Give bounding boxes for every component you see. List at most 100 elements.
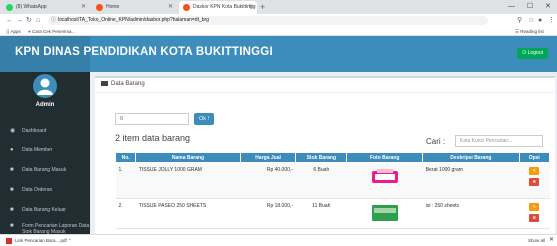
logout-label: Logout (527, 50, 543, 56)
page-icon (96, 4, 103, 11)
app-title: KPN DINAS PENDIDIKAN KOTA BUKITTINGGI (15, 46, 273, 58)
col-deskripsi[interactable]: Deskripsi Barang (422, 152, 520, 163)
minimize-icon[interactable]: — (508, 0, 515, 14)
search-label: Cari : (426, 137, 446, 146)
col-opsi[interactable]: Opsi (518, 152, 551, 163)
col-stok[interactable]: Stok Barang (295, 152, 348, 163)
cell-deskripsi: isi : 250 sheets (422, 198, 520, 229)
reading-list[interactable]: ☰ Reading list (515, 27, 544, 36)
whatsapp-icon (6, 4, 13, 11)
download-bar: Link Pencarian Bara....pdf ⌃ Show all ✕ (0, 234, 557, 246)
cell-opsi: ✎ ✖ (519, 162, 550, 199)
home-icon[interactable]: ⌂ (36, 15, 40, 26)
col-foto[interactable]: Foto Barang (346, 152, 424, 163)
cell-nama: TISSUE PASEO 250 SHEETS (135, 198, 241, 229)
reading-list-label: Reading list (520, 29, 544, 34)
cell-foto (346, 162, 423, 199)
box-title: Data Barang (101, 81, 145, 87)
sidebar-item-barang-masuk[interactable]: ■ Data Barang Masuk (0, 167, 90, 179)
box-icon: ■ (10, 167, 14, 173)
edit-button[interactable]: ✎ (529, 203, 540, 211)
address-bar-row: ← → ↻ ⌂ ⓘ localhost/TA_Toko_Online_KPN/a… (0, 14, 557, 27)
product-photo (371, 169, 398, 183)
item-count: 2 item data barang (115, 133, 191, 143)
browser-tab-dasbor[interactable]: Daskor KPN Kota Bukittingg ✕ (179, 1, 257, 14)
sidebar-item-label: Dashboard (22, 128, 47, 134)
col-nama[interactable]: Nama Barang (135, 152, 241, 163)
browser-tab-strip: (8) WhatsApp ✕ Home ✕ Daskor KPN Kota Bu… (0, 0, 557, 14)
cell-harga: Rp 18.000,- (240, 198, 296, 229)
chevron-up-icon[interactable]: ⌃ (68, 238, 72, 243)
menu-icon[interactable]: ⋮ (548, 15, 555, 26)
app-header: KPN DINAS PENDIDIKAN KOTA BUKITTINGGI ⏻ … (0, 36, 557, 72)
close-icon[interactable]: ✕ (248, 1, 253, 14)
sidebar: Admin ◉ Dashboard ● Data Member ■ Data B… (0, 72, 90, 235)
cell-deskripsi: Berat 1000 gram (422, 162, 520, 199)
bookmarks-bar: ⣿ Apps ● Cara Cek Penerima... ☰ Reading … (0, 27, 557, 36)
edit-button[interactable]: ✎ (529, 167, 540, 175)
close-window-icon[interactable]: ✕ (545, 0, 551, 14)
maximize-icon[interactable]: ☐ (527, 0, 533, 14)
profile-icon[interactable]: ● (538, 15, 542, 26)
bookmark-label: Cara Cek Penerima... (31, 29, 76, 34)
close-icon[interactable]: ✕ (168, 1, 173, 14)
table-header-row: No. Nama Barang Harga Jual Stok Barang F… (114, 152, 551, 163)
apps-bookmark[interactable]: ⣿ Apps (6, 27, 21, 36)
bookmark-item[interactable]: ● Cara Cek Penerima... (28, 27, 75, 36)
box-title-text: Data Barang (111, 81, 145, 88)
user-icon: ● (10, 147, 14, 153)
col-harga[interactable]: Harga Jual (239, 152, 297, 163)
url-text: localhost/TA_Toko_Online_KPN/admin/dasbo… (58, 17, 209, 23)
browser-tab-whatsapp[interactable]: (8) WhatsApp ✕ (2, 1, 90, 14)
cell-stok: 11 Buah (295, 198, 347, 229)
forward-icon[interactable]: → (16, 15, 23, 26)
url-input[interactable]: ⓘ localhost/TA_Toko_Online_KPN/admin/das… (48, 16, 488, 25)
logout-button[interactable]: ⏻ Logout (517, 48, 548, 59)
download-item[interactable]: Link Pencarian Bara....pdf ⌃ (6, 235, 72, 246)
info-icon[interactable]: ⓘ (51, 16, 56, 25)
close-icon[interactable]: ✕ (549, 235, 554, 246)
cell-stok: 6 Buah (295, 162, 347, 199)
sidebar-item-label: Data Barang Masuk (22, 167, 67, 173)
tab-title: Home (106, 4, 120, 10)
sidebar-item-orderan[interactable]: ■ Data Orderan (0, 187, 90, 199)
cell-foto (346, 198, 423, 229)
sidebar-item-barang-keluar[interactable]: ■ Data Barang Keluar (0, 207, 90, 219)
table-row: 1. TISSUE JOLLY 1000 GRAM Rp 40.000,- 6 … (115, 162, 550, 199)
back-icon[interactable]: ← (6, 15, 13, 26)
limit-input[interactable]: 0 (115, 113, 189, 125)
show-all-button[interactable]: Show all (528, 235, 545, 246)
cart-icon: ■ (10, 187, 14, 193)
zoom-icon[interactable]: ⚲ (517, 15, 522, 26)
barang-table: No. Nama Barang Harga Jual Stok Barang F… (114, 152, 551, 229)
sidebar-item-dashboard[interactable]: ◉ Dashboard (0, 128, 90, 140)
cell-nama: TISSUE JOLLY 1000 GRAM (135, 162, 241, 199)
dashboard-icon: ◉ (10, 128, 16, 134)
divider (95, 92, 555, 93)
sidebar-item-label: Data Member (22, 147, 53, 153)
close-icon[interactable]: ✕ (81, 1, 86, 14)
new-tab-button[interactable]: + (260, 0, 265, 14)
ok-button[interactable]: Ok ! (194, 113, 214, 125)
user-name: Admin (35, 102, 55, 108)
reload-icon[interactable]: ↻ (26, 15, 32, 26)
col-no[interactable]: No. (114, 152, 137, 163)
cell-no: 2. (115, 198, 136, 229)
search-input[interactable]: Kata Kunci Pencarian... (455, 135, 543, 147)
sidebar-item-label: Data Barang Keluar (22, 207, 66, 213)
delete-button[interactable]: ✖ (529, 178, 540, 186)
page-icon (183, 4, 190, 11)
pdf-icon (6, 237, 12, 244)
table-icon (101, 81, 108, 86)
box-icon: ■ (10, 207, 14, 213)
delete-button[interactable]: ✖ (529, 214, 540, 222)
browser-tab-home[interactable]: Home ✕ (92, 1, 177, 14)
tab-title: Daskor KPN Kota Bukittingg (193, 4, 256, 10)
sidebar-item-label: Data Orderan (22, 187, 53, 193)
cell-no: 1. (115, 162, 136, 199)
cell-harga: Rp 40.000,- (240, 162, 296, 199)
sidebar-item-member[interactable]: ● Data Member (0, 147, 90, 159)
limit-value: 0 (120, 116, 124, 122)
star-icon[interactable]: ☆ (528, 15, 534, 26)
search-placeholder: Kata Kunci Pencarian... (460, 138, 513, 144)
